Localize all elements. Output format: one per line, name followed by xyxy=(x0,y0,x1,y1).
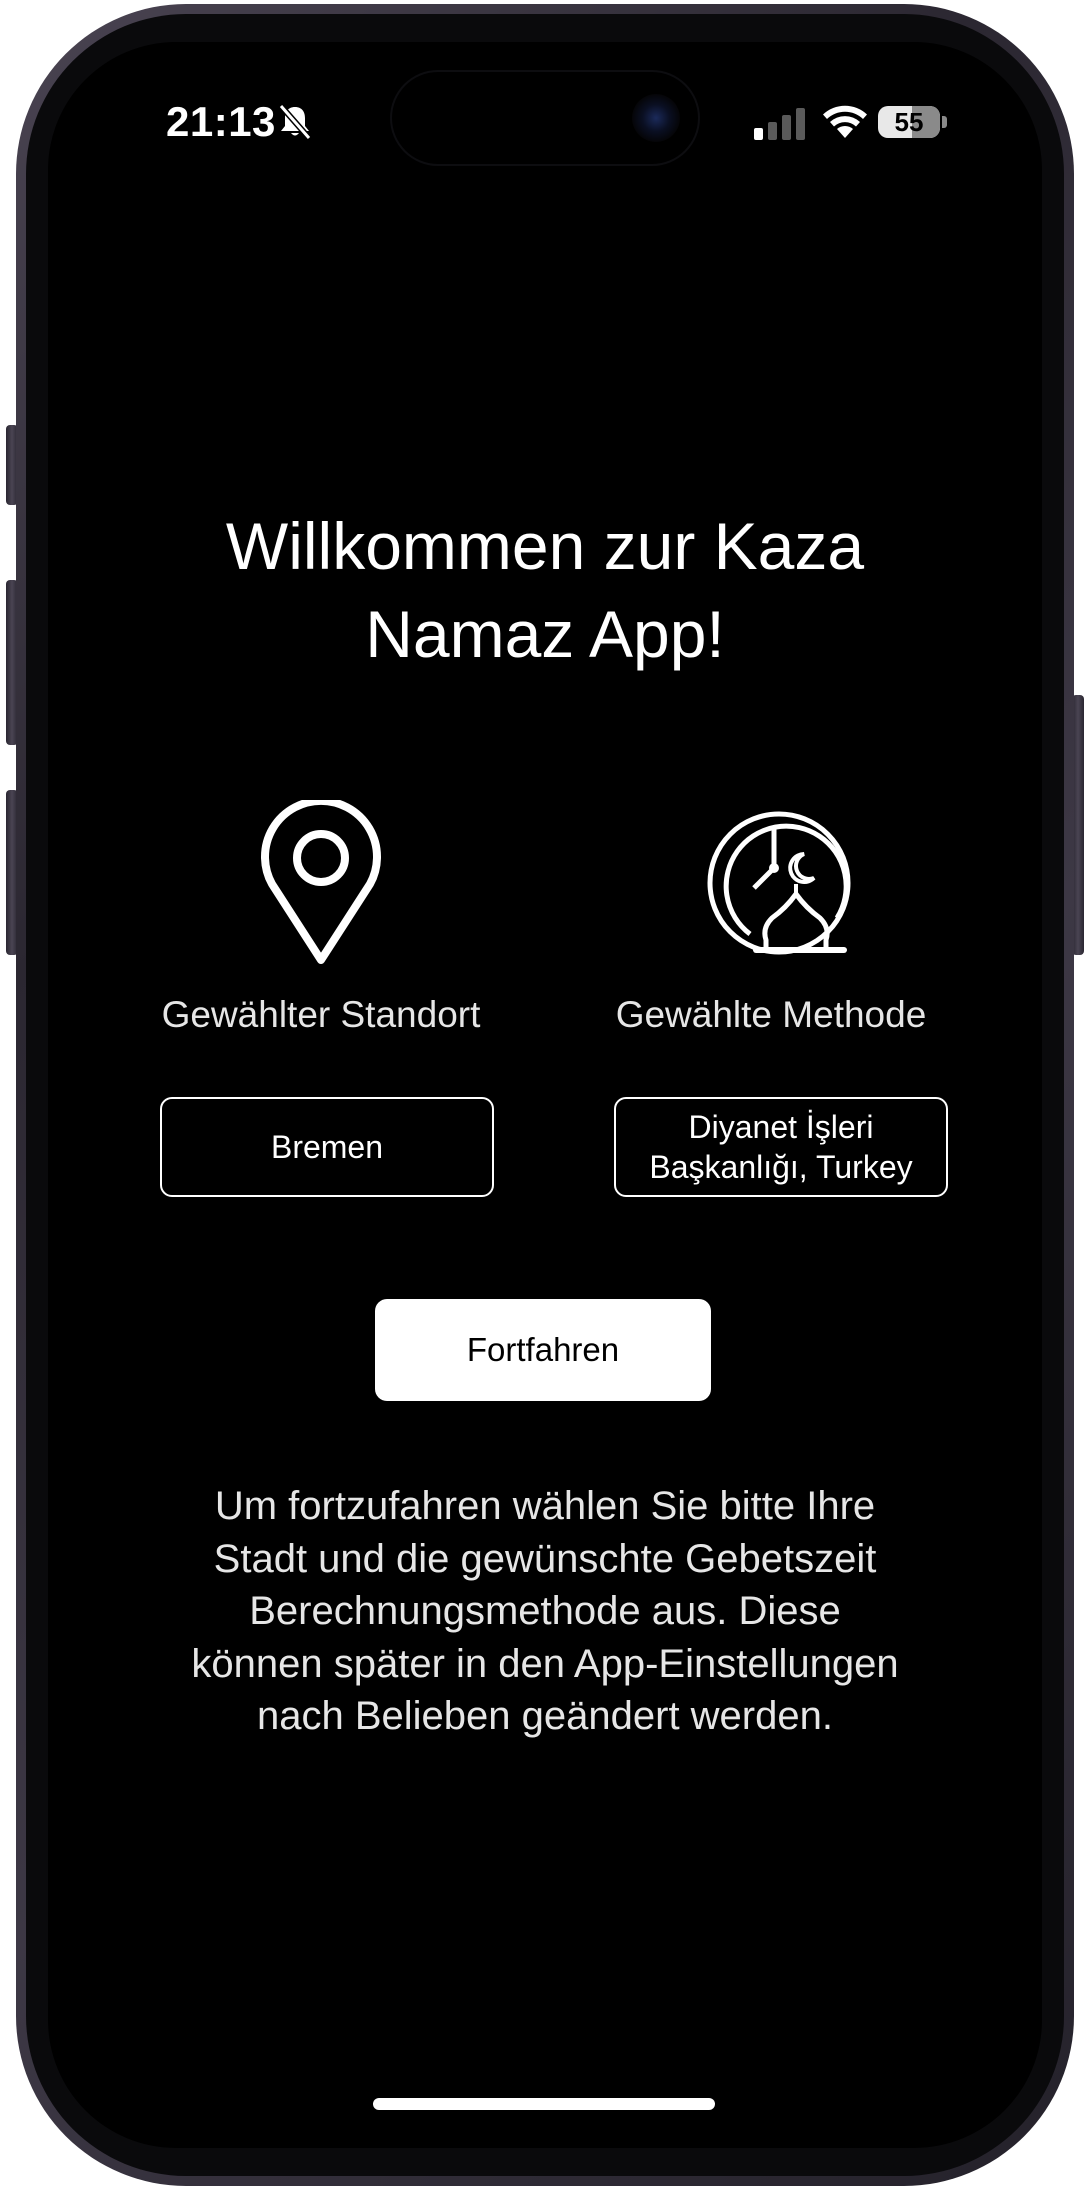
battery-terminal xyxy=(942,116,947,128)
location-pin-icon xyxy=(261,800,381,964)
info-text: Um fortzufahren wählen Sie bitte Ihre St… xyxy=(191,1484,899,1738)
continue-button-label: Fortfahren xyxy=(466,1331,620,1368)
mosque-clock-icon xyxy=(707,811,851,955)
home-indicator[interactable] xyxy=(373,2098,715,2110)
battery-indicator: 55 xyxy=(878,106,940,138)
front-camera-icon xyxy=(632,94,680,142)
dynamic-island xyxy=(392,72,698,164)
status-time: 21:13 xyxy=(166,98,276,145)
method-label: Gewählte Methode xyxy=(615,994,927,1035)
location-value: Bremen xyxy=(270,1129,384,1165)
cellular-signal-icon xyxy=(754,108,805,140)
battery-level: 55 xyxy=(894,107,924,137)
location-select-button[interactable]: Bremen xyxy=(160,1097,494,1197)
continue-button[interactable]: Fortfahren xyxy=(375,1299,711,1401)
method-value: Diyanet İşleri Başkanlığı, Turkey xyxy=(649,1109,913,1185)
location-label: Gewählter Standort xyxy=(161,994,481,1035)
method-select-button[interactable]: Diyanet İşleri Başkanlığı, Turkey xyxy=(614,1097,948,1197)
wifi-icon xyxy=(823,105,867,138)
app-screen: 21:13 55 Willkommen zur Kaza Namaz App! … xyxy=(48,42,1042,2148)
welcome-title: Willkommen zur Kaza Namaz App! xyxy=(225,509,865,671)
bell-slash-icon xyxy=(278,104,312,140)
device-mockup: 21:13 55 Willkommen zur Kaza Namaz App! … xyxy=(0,0,1090,2190)
